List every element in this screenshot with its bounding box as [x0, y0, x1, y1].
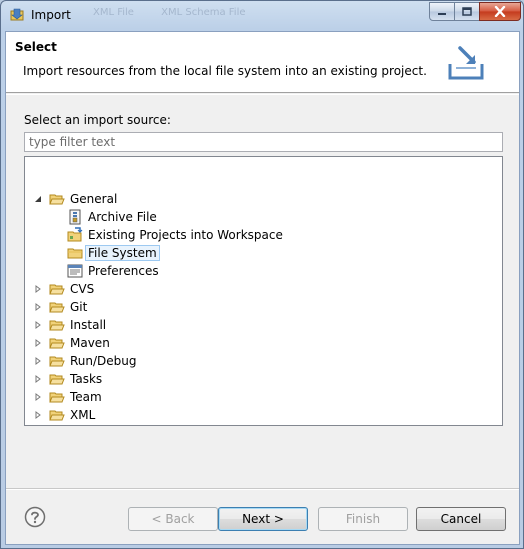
folder-icon: [49, 407, 65, 423]
collapsed-arrow-icon[interactable]: [33, 392, 43, 402]
tree-item-label: Git: [70, 300, 88, 314]
background-window-tabs: XML File XML Schema File: [93, 7, 413, 23]
collapsed-arrow-icon[interactable]: [33, 284, 43, 294]
help-icon[interactable]: [24, 506, 46, 528]
collapsed-arrow-icon[interactable]: [33, 374, 43, 384]
folder-icon: [49, 281, 65, 297]
import-source-tree[interactable]: General Archive File Existing Projects i…: [24, 156, 503, 426]
tree-item-archive-file[interactable]: Archive File: [67, 208, 157, 226]
tree-item-git[interactable]: Git: [33, 298, 87, 316]
filter-input[interactable]: [24, 132, 503, 152]
background-tab: XML File: [93, 7, 134, 18]
title-bar[interactable]: Import XML File XML Schema File: [1, 1, 523, 31]
tree-item-label: Maven: [70, 336, 110, 350]
collapsed-arrow-icon[interactable]: [33, 338, 43, 348]
tree-item-existing-projects[interactable]: Existing Projects into Workspace: [67, 226, 283, 244]
tree-item-label: XML: [70, 408, 96, 422]
collapsed-arrow-icon[interactable]: [33, 356, 43, 366]
tree-item-file-system[interactable]: File System: [67, 244, 160, 262]
cancel-button[interactable]: Cancel: [416, 507, 506, 531]
finish-button[interactable]: Finish: [318, 507, 408, 531]
tree-item-label: Run/Debug: [70, 354, 137, 368]
back-button[interactable]: < Back: [128, 507, 218, 531]
tree-item-team[interactable]: Team: [33, 388, 102, 406]
minimize-button[interactable]: [429, 2, 455, 21]
collapsed-arrow-icon[interactable]: [33, 410, 43, 420]
page-title: Select: [15, 40, 57, 54]
tree-item-label: Tasks: [70, 372, 103, 386]
preferences-icon: [67, 263, 83, 279]
tree-item-preferences[interactable]: Preferences: [67, 262, 159, 280]
dialog-content: Select Import resources from the local f…: [5, 31, 520, 545]
project-import-icon: [67, 227, 83, 243]
folder-icon: [49, 335, 65, 351]
import-dialog-window: Import XML File XML Schema File Select I…: [0, 0, 524, 549]
maximize-icon: [462, 7, 472, 16]
page-description: Import resources from the local file sys…: [23, 64, 427, 78]
tree-item-run-debug[interactable]: Run/Debug: [33, 352, 137, 370]
tree-item-label: Install: [70, 318, 107, 332]
next-button[interactable]: Next >: [218, 507, 308, 531]
background-tab: XML Schema File: [161, 7, 246, 18]
tree-item-cvs[interactable]: CVS: [33, 280, 94, 298]
wizard-banner: Select Import resources from the local f…: [6, 32, 519, 93]
collapsed-arrow-icon[interactable]: [33, 302, 43, 312]
folder-icon: [49, 389, 65, 405]
window-title: Import: [31, 8, 71, 22]
tree-item-general[interactable]: General: [33, 190, 117, 208]
tree-item-maven[interactable]: Maven: [33, 334, 110, 352]
tree-item-label: General: [70, 192, 118, 206]
button-bar-separator-highlight: [6, 489, 519, 490]
expanded-arrow-icon[interactable]: [33, 194, 43, 204]
banner-separator: [6, 94, 519, 95]
tree-item-label: Team: [70, 390, 102, 404]
folder-icon: [49, 353, 65, 369]
tree-item-label: Archive File: [88, 210, 157, 224]
tree-item-install[interactable]: Install: [33, 316, 106, 334]
folder-icon: [49, 299, 65, 315]
import-wizard-icon: [448, 46, 484, 80]
eclipse-app-icon: [10, 8, 24, 21]
tree-item-label: CVS: [70, 282, 95, 296]
folder-icon: [67, 245, 83, 261]
tree-item-label: Existing Projects into Workspace: [88, 228, 283, 242]
close-icon: [494, 6, 506, 17]
folder-icon: [49, 371, 65, 387]
maximize-button[interactable]: [454, 2, 480, 21]
folder-open-icon: [49, 191, 65, 207]
tree-item-label: File System: [85, 245, 160, 261]
folder-icon: [49, 317, 65, 333]
tree-item-xml[interactable]: XML: [33, 406, 95, 424]
tree-item-tasks[interactable]: Tasks: [33, 370, 102, 388]
tree-item-label: Preferences: [88, 264, 159, 278]
minimize-icon: [438, 12, 446, 15]
close-button[interactable]: [479, 2, 521, 21]
import-source-label: Select an import source:: [24, 113, 171, 127]
collapsed-arrow-icon[interactable]: [33, 320, 43, 330]
archive-file-icon: [67, 209, 83, 225]
